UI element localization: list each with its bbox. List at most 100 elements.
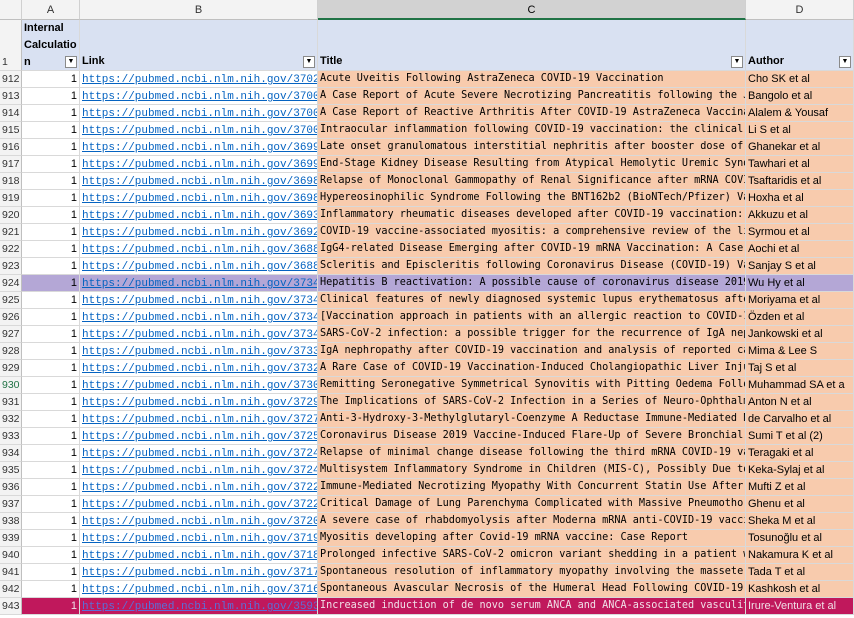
- internal-calculation-cell[interactable]: 1: [22, 326, 80, 343]
- link-cell[interactable]: https://pubmed.ncbi.nlm.nih.gov/36928720…: [80, 224, 318, 241]
- title-cell[interactable]: Hepatitis B reactivation: A possible cau…: [318, 275, 746, 292]
- pubmed-link[interactable]: https://pubmed.ncbi.nlm.nih.gov/37243060…: [82, 465, 317, 477]
- row-number[interactable]: 939: [0, 530, 22, 547]
- filter-dropdown-icon[interactable]: ▼: [731, 56, 743, 68]
- title-cell[interactable]: Critical Damage of Lung Parenchyma Compl…: [318, 496, 746, 513]
- table-row[interactable]: 9281https://pubmed.ncbi.nlm.nih.gov/3733…: [0, 343, 854, 360]
- link-cell[interactable]: https://pubmed.ncbi.nlm.nih.gov/37023373…: [80, 71, 318, 88]
- link-cell[interactable]: https://pubmed.ncbi.nlm.nih.gov/36983376…: [80, 190, 318, 207]
- row-number[interactable]: 942: [0, 581, 22, 598]
- link-cell[interactable]: https://pubmed.ncbi.nlm.nih.gov/37178168…: [80, 564, 318, 581]
- pubmed-link[interactable]: https://pubmed.ncbi.nlm.nih.gov/36889713…: [82, 244, 317, 256]
- pubmed-link[interactable]: https://pubmed.ncbi.nlm.nih.gov/37000311…: [82, 125, 317, 137]
- title-cell[interactable]: Prolonged infective SARS-CoV-2 omicron v…: [318, 547, 746, 564]
- internal-calculation-cell[interactable]: 1: [22, 156, 80, 173]
- link-cell[interactable]: https://pubmed.ncbi.nlm.nih.gov/37243060…: [80, 462, 318, 479]
- internal-calculation-cell[interactable]: 1: [22, 360, 80, 377]
- internal-calculation-cell[interactable]: 1: [22, 343, 80, 360]
- author-cell[interactable]: Aochi et al: [746, 241, 854, 258]
- row-number[interactable]: 918: [0, 173, 22, 190]
- column-header-c[interactable]: C: [318, 0, 746, 20]
- author-cell[interactable]: Jankowski et al: [746, 326, 854, 343]
- internal-calculation-cell[interactable]: 1: [22, 547, 80, 564]
- row-number[interactable]: 913: [0, 88, 22, 105]
- author-cell[interactable]: Li S et al: [746, 122, 854, 139]
- link-cell[interactable]: https://pubmed.ncbi.nlm.nih.gov/37297989…: [80, 394, 318, 411]
- title-cell[interactable]: Late onset granulomatous interstitial ne…: [318, 139, 746, 156]
- link-cell[interactable]: https://pubmed.ncbi.nlm.nih.gov/37345399…: [80, 309, 318, 326]
- row-number[interactable]: 920: [0, 207, 22, 224]
- title-cell[interactable]: IgA nephropathy after COVID-19 vaccinati…: [318, 343, 746, 360]
- internal-calculation-cell[interactable]: 1: [22, 309, 80, 326]
- table-row[interactable]: 9381https://pubmed.ncbi.nlm.nih.gov/3720…: [0, 513, 854, 530]
- link-cell[interactable]: https://pubmed.ncbi.nlm.nih.gov/37223148…: [80, 479, 318, 496]
- link-cell[interactable]: https://pubmed.ncbi.nlm.nih.gov/36884356…: [80, 258, 318, 275]
- internal-calculation-cell[interactable]: 1: [22, 275, 80, 292]
- link-cell[interactable]: https://pubmed.ncbi.nlm.nih.gov/37244881…: [80, 445, 318, 462]
- title-cell[interactable]: Anti-3-Hydroxy-3-Methylglutaryl-Coenzyme…: [318, 411, 746, 428]
- pubmed-link[interactable]: https://pubmed.ncbi.nlm.nih.gov/37178168…: [82, 567, 317, 579]
- table-row[interactable]: 9411https://pubmed.ncbi.nlm.nih.gov/3717…: [0, 564, 854, 581]
- title-cell[interactable]: A Case Report of Acute Severe Necrotizin…: [318, 88, 746, 105]
- table-row[interactable]: 9271https://pubmed.ncbi.nlm.nih.gov/3734…: [0, 326, 854, 343]
- pubmed-link[interactable]: https://pubmed.ncbi.nlm.nih.gov/37305005…: [82, 380, 317, 392]
- author-cell[interactable]: Tosunoğlu et al: [746, 530, 854, 547]
- row-number[interactable]: 915: [0, 122, 22, 139]
- table-row[interactable]: 9391https://pubmed.ncbi.nlm.nih.gov/3719…: [0, 530, 854, 547]
- author-cell[interactable]: Ghanekar et al: [746, 139, 854, 156]
- table-row[interactable]: 9171https://pubmed.ncbi.nlm.nih.gov/3699…: [0, 156, 854, 173]
- author-cell[interactable]: Tawhari et al: [746, 156, 854, 173]
- row-number[interactable]: 934: [0, 445, 22, 462]
- column-header-d[interactable]: D: [746, 0, 854, 20]
- select-all-corner[interactable]: [0, 0, 22, 20]
- pubmed-link[interactable]: https://pubmed.ncbi.nlm.nih.gov/36928720…: [82, 227, 317, 239]
- table-row[interactable]: 9151https://pubmed.ncbi.nlm.nih.gov/3700…: [0, 122, 854, 139]
- row-number[interactable]: 922: [0, 241, 22, 258]
- title-cell[interactable]: COVID-19 vaccine-associated myositis: a …: [318, 224, 746, 241]
- table-row[interactable]: 9311https://pubmed.ncbi.nlm.nih.gov/3729…: [0, 394, 854, 411]
- row-number[interactable]: 923: [0, 258, 22, 275]
- link-cell[interactable]: https://pubmed.ncbi.nlm.nih.gov/37168826…: [80, 581, 318, 598]
- internal-calculation-cell[interactable]: 1: [22, 479, 80, 496]
- pubmed-link[interactable]: https://pubmed.ncbi.nlm.nih.gov/37297989…: [82, 397, 317, 409]
- title-cell[interactable]: Clinical features of newly diagnosed sys…: [318, 292, 746, 309]
- filter-dropdown-icon[interactable]: ▼: [65, 56, 77, 68]
- title-cell[interactable]: Hypereosinophilic Syndrome Following the…: [318, 190, 746, 207]
- link-cell[interactable]: https://pubmed.ncbi.nlm.nih.gov/36999525…: [80, 139, 318, 156]
- pubmed-link[interactable]: https://pubmed.ncbi.nlm.nih.gov/37008512…: [82, 91, 317, 103]
- author-cell[interactable]: Tada T et al: [746, 564, 854, 581]
- pubmed-link[interactable]: https://pubmed.ncbi.nlm.nih.gov/37223148…: [82, 482, 317, 494]
- title-cell[interactable]: SARS-CoV-2 infection: a possible trigger…: [318, 326, 746, 343]
- pubmed-link[interactable]: https://pubmed.ncbi.nlm.nih.gov/37252567…: [82, 431, 317, 443]
- link-cell[interactable]: https://pubmed.ncbi.nlm.nih.gov/37220587…: [80, 496, 318, 513]
- pubmed-link[interactable]: https://pubmed.ncbi.nlm.nih.gov/37275628…: [82, 414, 317, 426]
- table-row[interactable]: 9421https://pubmed.ncbi.nlm.nih.gov/3716…: [0, 581, 854, 598]
- internal-calculation-cell[interactable]: 1: [22, 496, 80, 513]
- author-cell[interactable]: Moriyama et al: [746, 292, 854, 309]
- row-number[interactable]: 929: [0, 360, 22, 377]
- table-row[interactable]: 9341https://pubmed.ncbi.nlm.nih.gov/3724…: [0, 445, 854, 462]
- row-number[interactable]: 938: [0, 513, 22, 530]
- title-cell[interactable]: The Implications of SARS-CoV-2 Infection…: [318, 394, 746, 411]
- table-row[interactable]: 9321https://pubmed.ncbi.nlm.nih.gov/3727…: [0, 411, 854, 428]
- table-row[interactable]: 9261https://pubmed.ncbi.nlm.nih.gov/3734…: [0, 309, 854, 326]
- row-number[interactable]: 932: [0, 411, 22, 428]
- row-number[interactable]: 928: [0, 343, 22, 360]
- title-cell[interactable]: Myositis developing after Covid-19 mRNA …: [318, 530, 746, 547]
- author-cell[interactable]: Sanjay S et al: [746, 258, 854, 275]
- table-row[interactable]: 9131https://pubmed.ncbi.nlm.nih.gov/3700…: [0, 88, 854, 105]
- author-cell[interactable]: Özden et al: [746, 309, 854, 326]
- author-cell[interactable]: Wu Hy et al: [746, 275, 854, 292]
- internal-calculation-cell[interactable]: 1: [22, 190, 80, 207]
- author-cell[interactable]: Tsaftaridis et al: [746, 173, 854, 190]
- row-number[interactable]: 937: [0, 496, 22, 513]
- table-row[interactable]: 9181https://pubmed.ncbi.nlm.nih.gov/3698…: [0, 173, 854, 190]
- pubmed-link[interactable]: https://pubmed.ncbi.nlm.nih.gov/37324828…: [82, 363, 317, 375]
- header-cell-author[interactable]: Author ▼: [746, 20, 854, 71]
- filter-dropdown-icon[interactable]: ▼: [303, 56, 315, 68]
- row-number[interactable]: 921: [0, 224, 22, 241]
- author-cell[interactable]: Akkuzu et al: [746, 207, 854, 224]
- pubmed-link[interactable]: https://pubmed.ncbi.nlm.nih.gov/37345399…: [82, 312, 317, 324]
- author-cell[interactable]: Syrmou et al: [746, 224, 854, 241]
- author-cell[interactable]: Mufti Z et al: [746, 479, 854, 496]
